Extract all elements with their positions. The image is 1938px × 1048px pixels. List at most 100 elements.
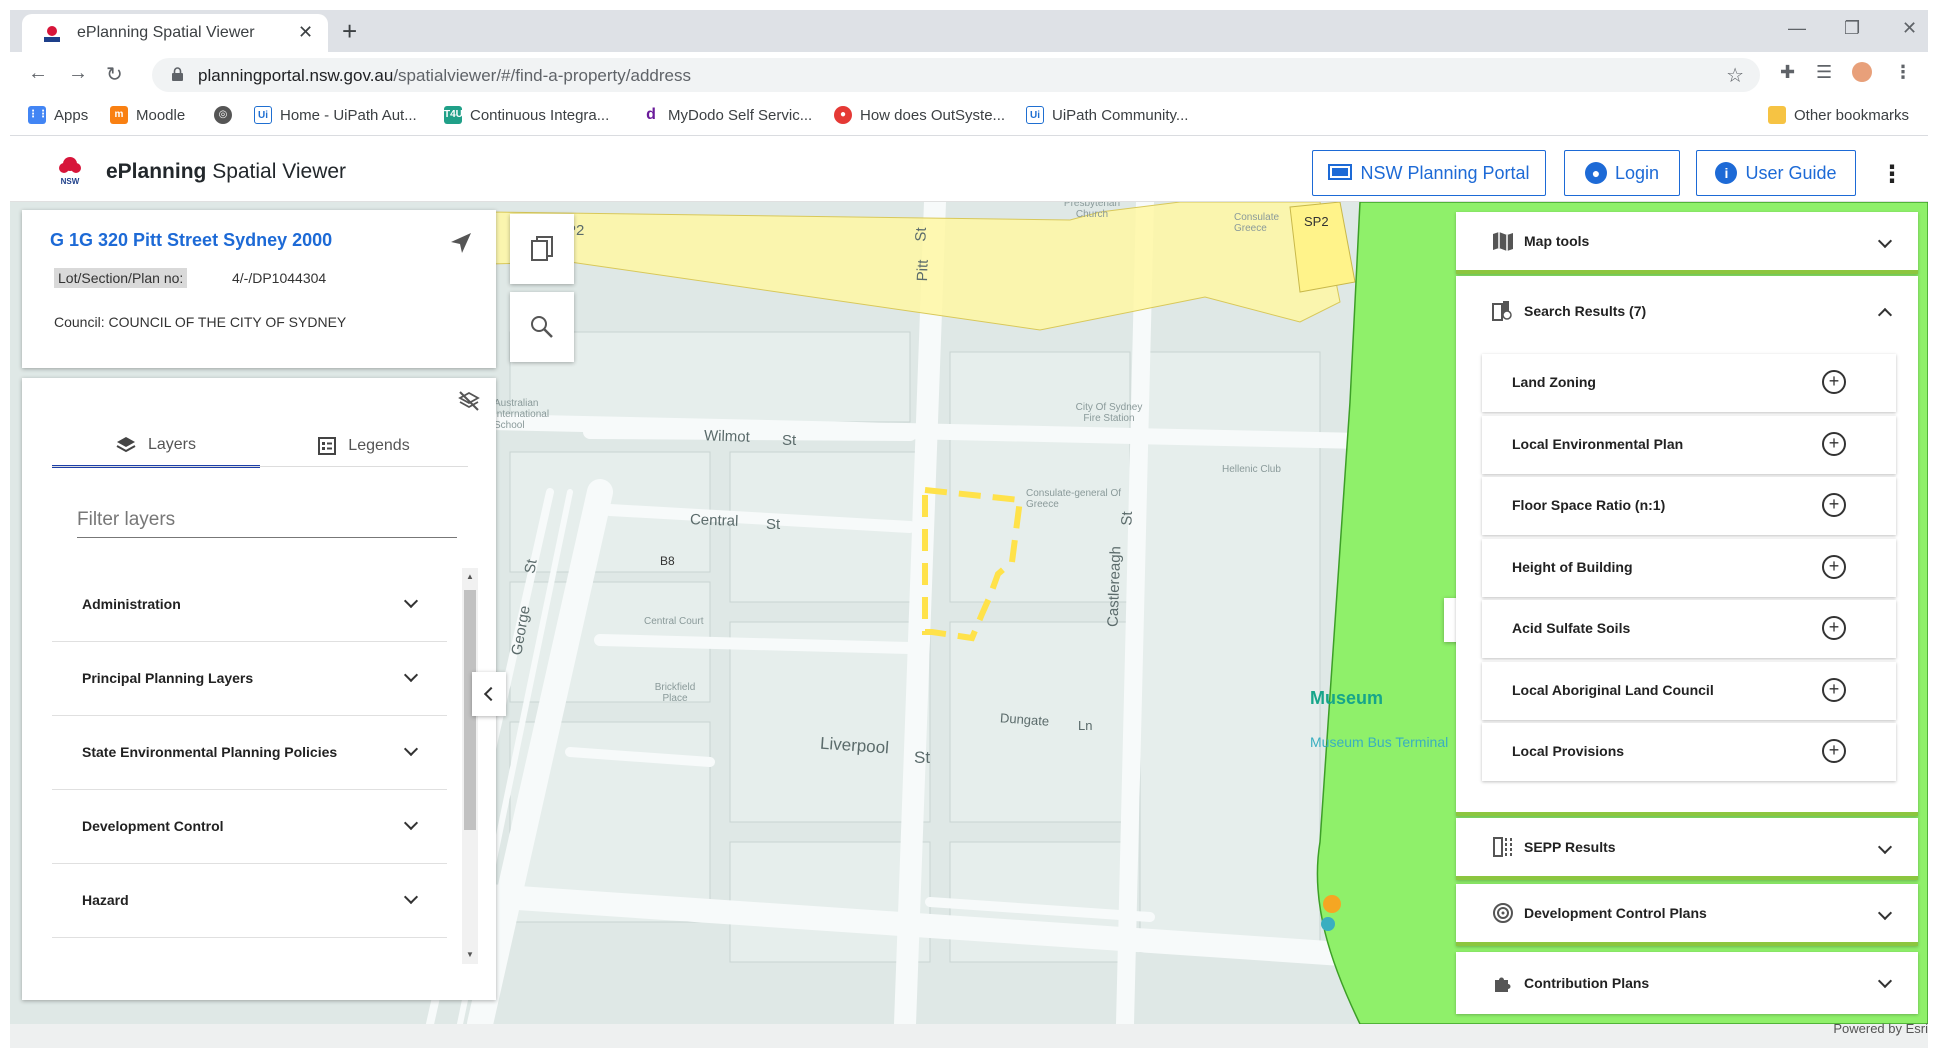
add-circle-icon[interactable]: + [1822,432,1846,456]
chevron-down-icon[interactable] [1877,233,1893,249]
new-tab-icon[interactable]: + [342,16,357,47]
zone-label-b8: B8 [660,554,675,568]
add-circle-icon[interactable]: + [1822,370,1846,394]
layer-list: Administration Principal Planning Layers… [52,568,470,964]
layer-group-sepp[interactable]: State Environmental Planning Policies [52,716,447,790]
poi-school: Australian International School [494,398,550,431]
info-icon: i [1715,162,1738,184]
contribution-plans-section[interactable]: Contribution Plans [1456,952,1918,1014]
property-address-card: G 1G 320 Pitt Street Sydney 2000 Lot/Sec… [22,210,496,368]
tab-strip: ePlanning Spatial Viewer ✕ + — ❐ ✕ [10,10,1928,54]
property-address-title[interactable]: G 1G 320 Pitt Street Sydney 2000 [50,230,332,251]
chevron-up-icon[interactable] [1877,307,1893,323]
chevron-down-icon[interactable] [403,889,419,905]
result-local-aboriginal-land-council[interactable]: Local Aboriginal Land Council + [1482,662,1896,720]
t4u-icon: T4U [444,106,463,124]
hide-layers-icon[interactable] [458,390,480,412]
sepp-icon [1493,837,1512,857]
search-results-header[interactable]: Search Results (7) [1492,300,1646,322]
zoom-search-button[interactable] [510,292,574,362]
sepp-results-section[interactable]: SEPP Results [1456,818,1918,880]
add-circle-icon[interactable]: + [1822,555,1846,579]
bookmark-mydodo[interactable]: d MyDodo Self Servic... [642,106,812,124]
bookmark-apps[interactable]: ⋮⋮ Apps [28,106,88,124]
bookmark-moodle[interactable]: m Moodle [110,106,185,124]
monitor-icon [1328,164,1353,180]
layer-group-development-control[interactable]: Development Control [52,790,447,864]
result-acid-sulfate-soils[interactable]: Acid Sulfate Soils + [1482,600,1896,658]
restore-icon[interactable]: ❐ [1844,18,1860,39]
nsw-planning-portal-button[interactable]: NSW Planning Portal [1312,150,1546,196]
filter-layers-input[interactable] [77,502,457,538]
poi-brickfield-place: Brickfield Place [654,682,696,704]
bookmark-star-icon[interactable]: ☆ [1726,63,1744,88]
add-circle-icon[interactable]: + [1822,678,1846,702]
layer-group-hazard[interactable]: Hazard [52,864,447,938]
tab-layers[interactable]: Layers [52,424,260,468]
add-circle-icon[interactable]: + [1822,493,1846,517]
tab-legends[interactable]: Legends [260,424,468,468]
layers-panel: Layers Legends Administration Principal … [22,378,496,1000]
minimize-icon[interactable]: — [1788,18,1806,39]
map-tools-section[interactable]: Map tools [1456,212,1918,274]
chevron-down-icon[interactable] [403,741,419,757]
profile-avatar[interactable] [1852,62,1872,82]
address-row: ← → ↻ planningportal.nsw.gov.au/spatialv… [10,52,1928,98]
lot-label: Lot/Section/Plan no: [54,268,188,288]
bookmark-uipath-home[interactable]: Ui Home - UiPath Aut... [254,106,417,124]
bookmark-other[interactable]: Other bookmarks [1768,106,1909,124]
copy-button[interactable] [510,214,574,284]
layer-group-administration[interactable]: Administration [52,568,447,642]
street-label-st: St [1118,511,1136,526]
council-text: Council: COUNCIL OF THE CITY OF SYDNEY [54,314,347,330]
chevron-down-icon[interactable] [1877,973,1893,989]
chevron-down-icon[interactable] [403,667,419,683]
reload-icon[interactable]: ↻ [106,62,123,87]
close-window-icon[interactable]: ✕ [1902,18,1917,39]
back-icon[interactable]: ← [28,62,48,85]
result-local-provisions[interactable]: Local Provisions + [1482,723,1896,781]
scroll-up-icon[interactable]: ▲ [466,572,474,581]
nsw-logo: NSW [59,157,81,186]
browser-menu-icon[interactable]: ⋮ [1894,62,1912,83]
zoom-icon [531,316,553,338]
chevron-down-icon[interactable] [403,815,419,831]
extensions-icon[interactable]: ✚ [1780,62,1795,83]
globe-icon: ◎ [214,106,232,124]
add-circle-icon[interactable]: + [1822,739,1846,763]
chevron-down-icon[interactable] [403,593,419,609]
url-bar[interactable]: planningportal.nsw.gov.au/spatialviewer/… [152,58,1760,92]
street-label-st: St [782,432,797,449]
forward-icon[interactable]: → [68,62,88,85]
add-circle-icon[interactable]: + [1822,616,1846,640]
development-control-plans-section[interactable]: Development Control Plans [1456,884,1918,946]
result-floor-space-ratio[interactable]: Floor Space Ratio (n:1) + [1482,477,1896,535]
close-tab-icon[interactable]: ✕ [298,22,313,43]
tab-title: ePlanning Spatial Viewer [77,24,255,41]
result-local-environmental-plan[interactable]: Local Environmental Plan + [1482,416,1896,474]
chevron-down-icon[interactable] [1877,905,1893,921]
collapse-left-panel-button[interactable] [472,672,506,716]
street-label-st: St [766,516,781,533]
result-land-zoning[interactable]: Land Zoning + [1482,354,1896,412]
bookmark-uipath-community[interactable]: Ui UiPath Community... [1026,106,1188,124]
browser-tab[interactable]: ePlanning Spatial Viewer ✕ [22,14,328,54]
bookmark-outsystems[interactable]: ● How does OutSyste... [834,106,1005,124]
navigate-arrow-icon[interactable] [450,232,472,254]
lock-icon [172,67,183,81]
street-label-ln: Ln [1078,718,1093,733]
copy-icon [531,236,553,261]
login-button[interactable]: ● Login [1564,150,1680,196]
scroll-down-icon[interactable]: ▼ [466,950,474,959]
more-menu-icon[interactable]: ⋮ [1880,160,1904,189]
bookmark-globe[interactable]: ◎ [214,106,232,124]
uipath-icon: Ui [254,106,272,124]
chevron-down-icon[interactable] [1877,839,1893,855]
lot-value: 4/-/DP1044304 [232,270,327,286]
bookmark-continuous-integration[interactable]: T4U Continuous Integra... [444,106,609,124]
media-queue-icon[interactable]: ☰ [1816,62,1832,83]
user-guide-button[interactable]: i User Guide [1696,150,1856,196]
url-text: planningportal.nsw.gov.au/spatialviewer/… [198,66,691,85]
result-height-of-building[interactable]: Height of Building + [1482,539,1896,597]
layer-group-principal-planning[interactable]: Principal Planning Layers [52,642,447,716]
